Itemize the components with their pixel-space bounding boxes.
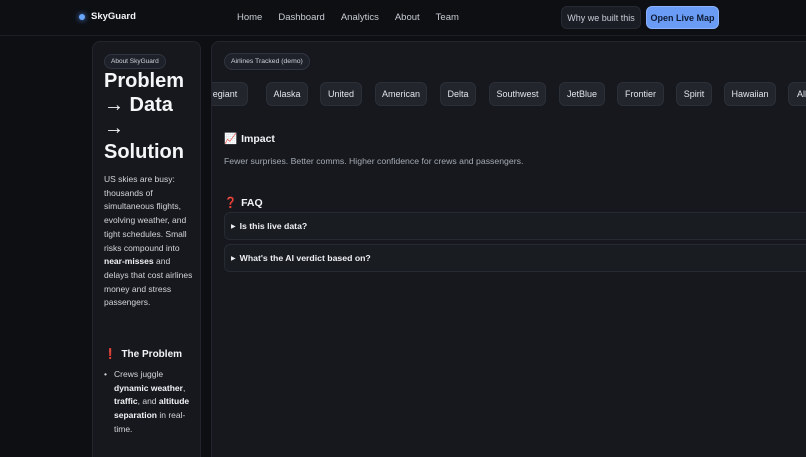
disclosure-triangle-icon: ▶ bbox=[231, 223, 236, 230]
impact-text: Fewer surprises. Better comms. Higher co… bbox=[224, 156, 524, 166]
hero-line: Solution bbox=[104, 140, 184, 163]
faq-heading: ❓ FAQ bbox=[224, 196, 263, 210]
about-sidebar: About SkyGuard Problem → Data → Solution… bbox=[92, 41, 201, 457]
about-badge: About SkyGuard bbox=[104, 54, 166, 69]
hero-line: Problem bbox=[104, 70, 185, 92]
faq-question: What's the AI verdict based on? bbox=[239, 253, 371, 263]
text: , bbox=[182, 382, 186, 393]
text: Crews juggle bbox=[114, 369, 164, 379]
faq-item-live-data[interactable]: ▶ Is this live data? bbox=[224, 212, 806, 240]
intro-bold: near-misses bbox=[104, 256, 154, 267]
problem-title: The Problem bbox=[121, 349, 183, 360]
airline-marquee: egiant Alaska United American Delta Sout… bbox=[212, 82, 806, 106]
hero-line: → bbox=[104, 117, 124, 139]
chart-up-icon: 📈 bbox=[224, 133, 238, 145]
brand-name: SkyGuard bbox=[91, 11, 136, 22]
faq-title: FAQ bbox=[241, 196, 263, 209]
intro-text: US skies are busy: thousands of simultan… bbox=[104, 174, 187, 253]
airline-chip: Southwest bbox=[489, 82, 546, 106]
nav-links: Home Dashboard Analytics About Team bbox=[237, 12, 459, 23]
bold-text: traffic bbox=[114, 396, 138, 407]
airline-chip: Frontier bbox=[617, 82, 664, 106]
problem-list: • Crews juggle dynamic weather, traffic,… bbox=[104, 368, 196, 437]
nav-link-dashboard[interactable]: Dashboard bbox=[278, 12, 324, 23]
airline-chip: United bbox=[320, 82, 362, 106]
problem-heading: ❗ The Problem bbox=[104, 349, 182, 360]
why-we-built-this-button[interactable]: Why we built this bbox=[561, 6, 641, 29]
airline-chip: JetBlue bbox=[559, 82, 605, 106]
airline-chip: egiant bbox=[212, 82, 248, 106]
exclamation-icon: ❗ bbox=[104, 349, 117, 360]
brand-logo-icon bbox=[79, 13, 85, 20]
airline-chip: American bbox=[375, 82, 427, 106]
bold-text: dynamic weather bbox=[114, 382, 183, 393]
faq-item-ai-verdict[interactable]: ▶ What's the AI verdict based on? bbox=[224, 244, 806, 272]
bullet-icon: • bbox=[104, 369, 107, 379]
nav-link-home[interactable]: Home bbox=[237, 12, 262, 23]
brand[interactable]: SkyGuard bbox=[79, 11, 136, 22]
problem-item-text: Crews juggle dynamic weather, traffic, a… bbox=[114, 368, 196, 437]
open-live-map-button[interactable]: Open Live Map bbox=[646, 6, 719, 29]
nav-link-about[interactable]: About bbox=[395, 12, 420, 23]
airlines-badge: Airlines Tracked (demo) bbox=[224, 53, 310, 70]
airline-chip: Hawaiian bbox=[724, 82, 776, 106]
question-icon: ❓ bbox=[224, 197, 238, 209]
disclosure-triangle-icon: ▶ bbox=[231, 255, 236, 262]
hero-line: → Data bbox=[104, 93, 173, 116]
main-panel: Airlines Tracked (demo) egiant Alaska Un… bbox=[211, 41, 806, 457]
intro-paragraph: US skies are busy: thousands of simultan… bbox=[104, 173, 194, 310]
airline-chip: Spirit bbox=[676, 82, 712, 106]
airline-chip: Alaska bbox=[266, 82, 308, 106]
impact-heading: 📈 Impact bbox=[224, 132, 275, 146]
nav-link-team[interactable]: Team bbox=[436, 12, 459, 23]
hero-title: Problem → Data → Solution bbox=[104, 70, 200, 164]
faq-question: Is this live data? bbox=[239, 221, 308, 231]
airline-chip: Allegiant bbox=[788, 82, 806, 106]
impact-title: Impact bbox=[241, 132, 275, 145]
top-nav: SkyGuard Home Dashboard Analytics About … bbox=[0, 0, 806, 36]
text: , and bbox=[137, 396, 159, 407]
nav-link-analytics[interactable]: Analytics bbox=[341, 12, 379, 23]
airline-chip: Delta bbox=[440, 82, 476, 106]
list-item: • Crews juggle dynamic weather, traffic,… bbox=[104, 368, 196, 437]
